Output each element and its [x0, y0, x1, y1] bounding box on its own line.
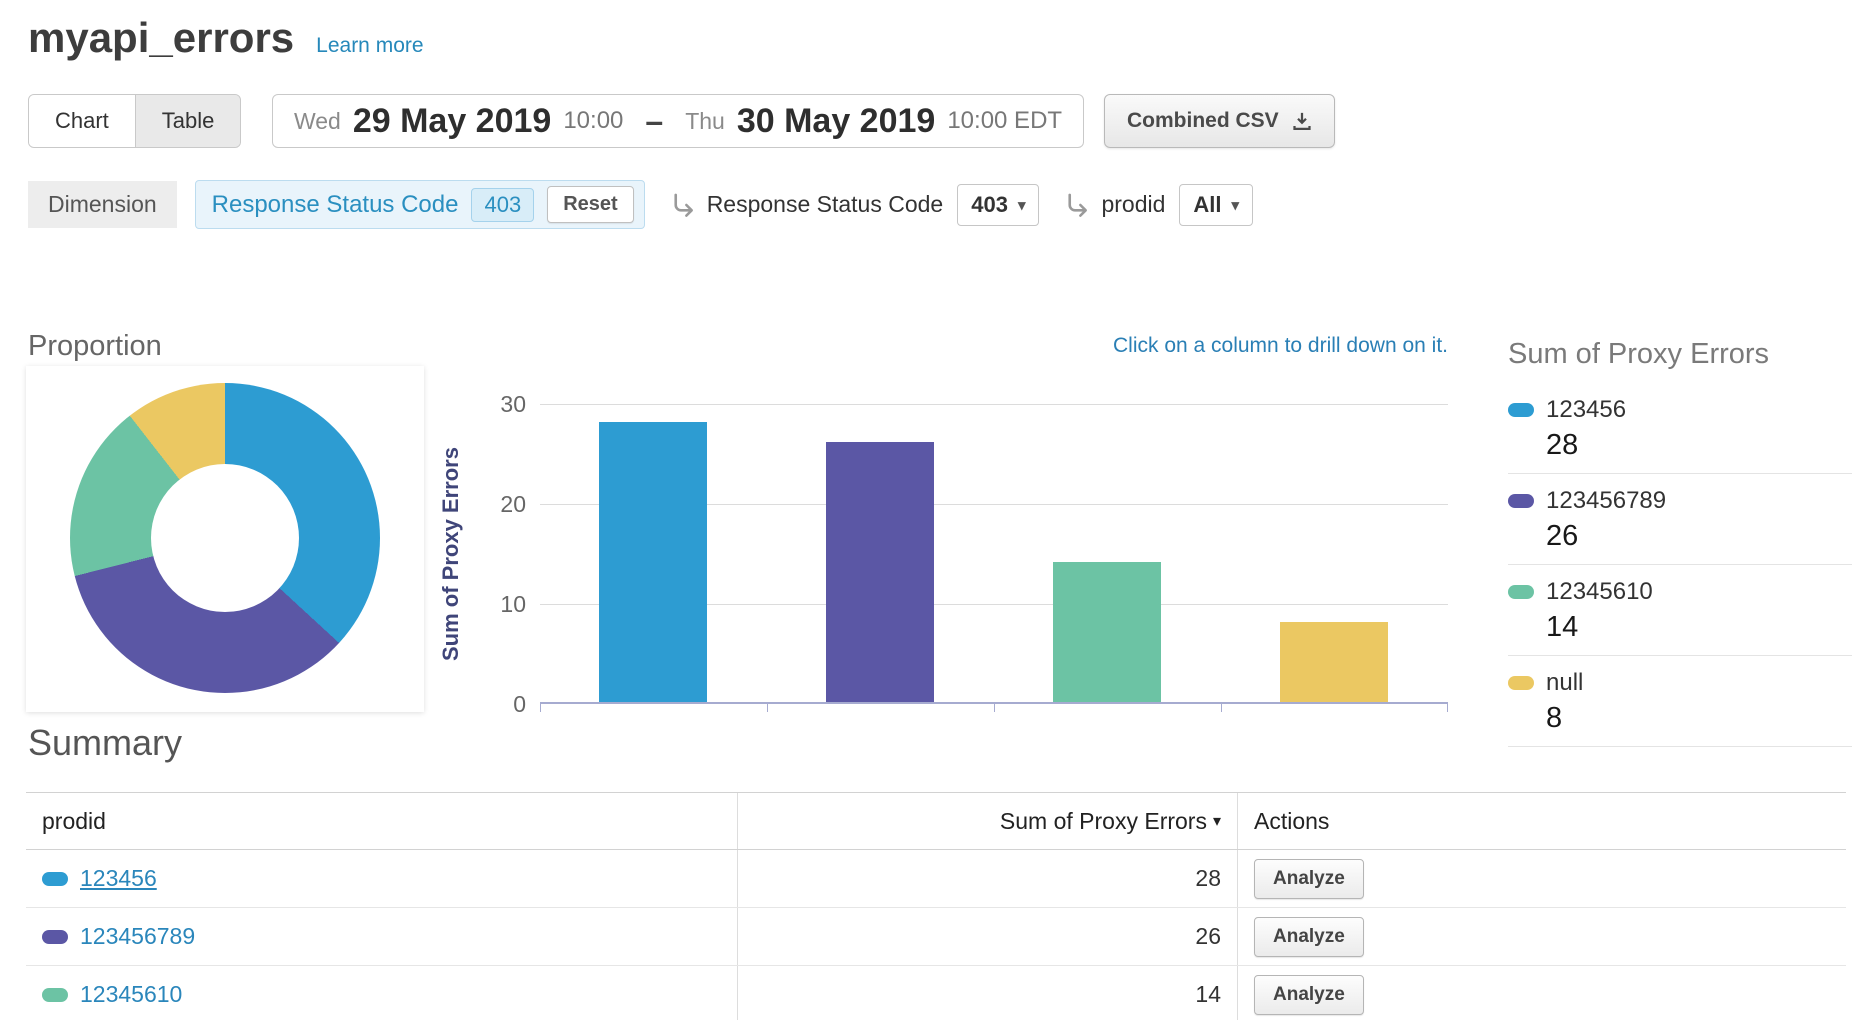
analyze-button[interactable]: Analyze	[1254, 917, 1364, 957]
x-axis-tick	[994, 704, 995, 712]
drilldown-1-select[interactable]: 403 ▾	[957, 184, 1039, 226]
x-axis-tick	[767, 704, 768, 712]
start-date: 29 May 2019	[353, 102, 552, 141]
prodid-link[interactable]: 123456	[80, 865, 157, 892]
column-header-sum[interactable]: Sum of Proxy Errors▾	[738, 793, 1238, 849]
active-filter: Response Status Code 403 Reset	[195, 180, 645, 229]
summary-title: Summary	[28, 722, 182, 764]
download-icon	[1292, 111, 1312, 131]
table-row: 123456 28 Analyze	[26, 850, 1846, 908]
drilldown-1-label: Response Status Code	[707, 191, 944, 218]
table-row: 123456789 26 Analyze	[26, 908, 1846, 966]
prodid-link[interactable]: 123456789	[80, 923, 195, 950]
bar[interactable]	[1280, 622, 1388, 702]
legend-swatch	[1508, 494, 1534, 508]
legend-label: null	[1546, 669, 1583, 696]
legend-value: 26	[1546, 520, 1852, 553]
y-axis-label: Sum of Proxy Errors	[438, 404, 464, 704]
end-date: 30 May 2019	[737, 102, 936, 141]
legend-value: 8	[1546, 702, 1852, 735]
sort-desc-icon: ▾	[1213, 811, 1221, 831]
drilldown-1-value: 403	[971, 192, 1008, 218]
proportion-title: Proportion	[28, 330, 162, 363]
row-swatch	[42, 930, 68, 944]
reset-button[interactable]: Reset	[547, 186, 633, 223]
gridline	[540, 404, 1448, 405]
active-filter-name: Response Status Code	[212, 191, 459, 219]
column-header-prodid: prodid	[42, 808, 106, 835]
x-axis-tick	[1447, 704, 1448, 712]
date-range-separator: –	[645, 103, 663, 140]
legend-swatch	[1508, 403, 1534, 417]
dimension-label: Dimension	[28, 181, 177, 228]
bar-chart	[540, 404, 1448, 704]
analyze-button[interactable]: Analyze	[1254, 975, 1364, 1015]
y-tick-30: 30	[466, 392, 526, 416]
donut-chart[interactable]	[70, 383, 380, 693]
start-day: Wed	[294, 108, 341, 135]
y-tick-0: 0	[466, 692, 526, 716]
filters-row: Dimension Response Status Code 403 Reset…	[28, 180, 1253, 229]
page-header: myapi_errors Learn more	[28, 14, 424, 62]
legend-item: 123456789 26	[1508, 474, 1852, 565]
legend-item: 12345610 14	[1508, 565, 1852, 656]
learn-more-link[interactable]: Learn more	[316, 34, 423, 58]
drilldown-arrow-icon	[671, 192, 697, 218]
row-swatch	[42, 872, 68, 886]
legend-item: 123456 28	[1508, 383, 1852, 474]
chevron-down-icon: ▾	[1232, 196, 1240, 214]
page-title: myapi_errors	[28, 14, 294, 62]
legend-label: 12345610	[1546, 578, 1653, 605]
y-tick-20: 20	[466, 492, 526, 516]
legend-swatch	[1508, 676, 1534, 690]
drilldown-2-value: All	[1193, 192, 1221, 218]
legend-swatch	[1508, 585, 1534, 599]
drilldown-hint: Click on a column to drill down on it.	[540, 334, 1448, 358]
analyze-button[interactable]: Analyze	[1254, 859, 1364, 899]
column-header-actions: Actions	[1254, 808, 1329, 835]
y-tick-10: 10	[466, 592, 526, 616]
legend-title: Sum of Proxy Errors	[1508, 338, 1852, 371]
row-value: 28	[1195, 865, 1221, 892]
drilldown-arrow-icon	[1065, 192, 1091, 218]
bar[interactable]	[826, 442, 934, 702]
bar[interactable]	[599, 422, 707, 702]
summary-table: prodid Sum of Proxy Errors▾ Actions 1234…	[26, 792, 1846, 1020]
end-day: Thu	[685, 108, 725, 135]
row-value: 26	[1195, 923, 1221, 950]
start-time: 10:00	[563, 107, 623, 135]
controls-row: Chart Table Wed 29 May 2019 10:00 – Thu …	[28, 94, 1828, 150]
tab-table[interactable]: Table	[136, 95, 241, 147]
combined-csv-button[interactable]: Combined CSV	[1104, 94, 1335, 148]
end-time: 10:00 EDT	[947, 107, 1062, 135]
csv-button-label: Combined CSV	[1127, 109, 1279, 133]
drilldown-2-select[interactable]: All ▾	[1179, 184, 1253, 226]
donut-hole	[151, 464, 299, 612]
active-filter-value-chip: 403	[471, 188, 534, 222]
proportion-card	[26, 366, 424, 712]
table-header-row: prodid Sum of Proxy Errors▾ Actions	[26, 793, 1846, 850]
date-range-picker[interactable]: Wed 29 May 2019 10:00 – Thu 30 May 2019 …	[272, 94, 1084, 148]
drilldown-2-label: prodid	[1101, 191, 1165, 218]
tab-chart[interactable]: Chart	[29, 95, 136, 147]
legend-label: 123456	[1546, 396, 1626, 423]
bar[interactable]	[1053, 562, 1161, 702]
legend-value: 14	[1546, 611, 1852, 644]
chevron-down-icon: ▾	[1018, 196, 1026, 214]
row-value: 14	[1195, 981, 1221, 1008]
x-axis-tick	[540, 704, 541, 712]
table-row: 12345610 14 Analyze	[26, 966, 1846, 1020]
legend-value: 28	[1546, 429, 1852, 462]
legend-item: null 8	[1508, 656, 1852, 747]
view-toggle: Chart Table	[28, 94, 241, 148]
prodid-link[interactable]: 12345610	[80, 981, 182, 1008]
x-axis-tick	[1221, 704, 1222, 712]
legend-label: 123456789	[1546, 487, 1666, 514]
row-swatch	[42, 988, 68, 1002]
chart-legend: Sum of Proxy Errors 123456 28 123456789 …	[1508, 338, 1852, 747]
